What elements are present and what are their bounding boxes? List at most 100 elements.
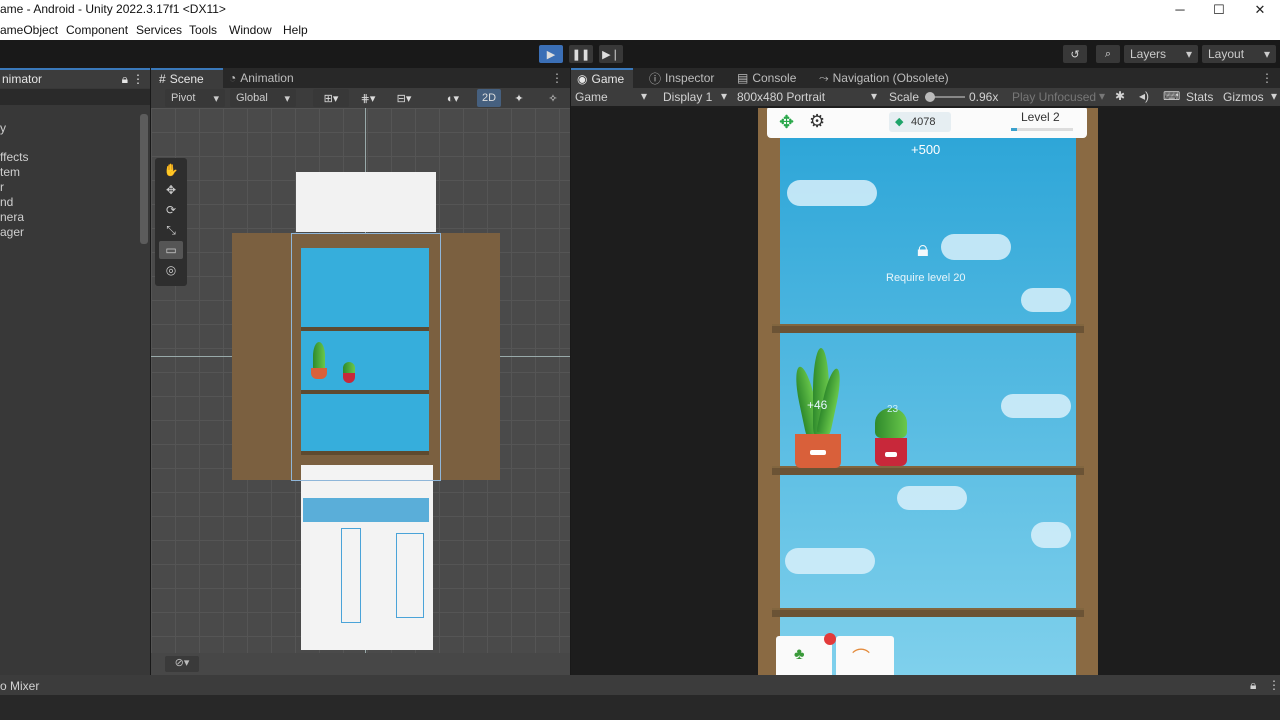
- scene-panel: # Scene ◔ Animation ⋮ Pivot ▾ Global ▾ ⊞▾ ⋕▾…: [151, 68, 570, 675]
- list-item[interactable]: y: [0, 121, 6, 135]
- increment-icon[interactable]: ⊟▾: [389, 89, 419, 107]
- move-tool-icon[interactable]: ✥: [159, 181, 183, 199]
- tab-console[interactable]: ▤ Console: [737, 68, 796, 88]
- level-progress: [1011, 128, 1073, 131]
- chevron-down-icon: ▾: [284, 92, 290, 105]
- hierarchy-scrollbar[interactable]: [140, 114, 148, 244]
- selection-rect[interactable]: [291, 233, 441, 481]
- bottom-panel: o Mixer 🔒︎ ⋮: [0, 675, 1280, 720]
- chevron-down-icon: ▾: [1185, 47, 1192, 61]
- tab-animator[interactable]: nimator 🔒︎ ⋮: [0, 68, 150, 88]
- shop-tab-plants[interactable]: ♣: [776, 636, 832, 675]
- history-icon[interactable]: ↺: [1063, 45, 1087, 63]
- transform-tool-icon[interactable]: ◎: [159, 261, 183, 279]
- resolution-dropdown[interactable]: 800x480 Portrait: [737, 90, 825, 104]
- maximize-icon[interactable]: ☐: [1199, 0, 1239, 19]
- menu-tools[interactable]: Tools: [189, 23, 217, 37]
- shading-icon[interactable]: ◐▾: [438, 89, 468, 107]
- more-icon[interactable]: ⋮: [551, 68, 563, 88]
- gear-icon[interactable]: ⚙: [809, 111, 825, 132]
- tab-inspector-label: Inspector: [665, 71, 715, 85]
- scene-tab-row: # Scene ◔ Animation ⋮: [151, 68, 570, 88]
- lock-icon[interactable]: 🔒︎: [122, 72, 128, 87]
- menu-gameobject[interactable]: ameObject: [0, 23, 58, 37]
- bug-icon[interactable]: ✱: [1115, 89, 1125, 103]
- rotate-tool-icon[interactable]: ⟳: [159, 201, 183, 219]
- list-item[interactable]: ager: [0, 225, 24, 239]
- list-item[interactable]: nera: [0, 210, 24, 224]
- lock-icon: 🔒︎: [917, 236, 929, 261]
- mute-icon[interactable]: ◂): [1139, 89, 1149, 103]
- rainbow-icon: ⌒: [852, 648, 870, 668]
- list-item[interactable]: tem: [0, 165, 20, 179]
- tab-inspector[interactable]: ⓘ Inspector: [649, 68, 714, 88]
- step-icon[interactable]: ▶❘: [599, 45, 623, 63]
- tab-animation[interactable]: ◔ Animation: [229, 68, 319, 88]
- minimize-icon[interactable]: ─: [1160, 0, 1200, 19]
- more-icon[interactable]: ⋮: [1268, 678, 1280, 692]
- more-icon[interactable]: ⋮: [132, 72, 144, 86]
- text-bound-box: [341, 528, 361, 623]
- light-icon[interactable]: ✦: [509, 89, 529, 107]
- stats-button[interactable]: Stats: [1186, 90, 1213, 104]
- scene-header-sprite: [296, 172, 436, 232]
- plant-icon[interactable]: [869, 408, 913, 468]
- move-icon[interactable]: ✥: [779, 112, 794, 133]
- menu-window[interactable]: Window: [229, 23, 272, 37]
- mode-2d-button[interactable]: 2D: [477, 89, 501, 107]
- menu-component[interactable]: Component: [66, 23, 128, 37]
- scale-slider[interactable]: [925, 92, 965, 102]
- more-icon[interactable]: ⋮: [1261, 68, 1273, 88]
- tab-game[interactable]: ◉ Game: [571, 68, 633, 88]
- shop-tab-decor[interactable]: ⌒: [836, 636, 894, 675]
- list-item[interactable]: nd: [0, 195, 13, 209]
- pause-icon[interactable]: ❚❚: [569, 45, 593, 63]
- snap-icon[interactable]: ⊞▾: [313, 89, 349, 107]
- hand-tool-icon[interactable]: ✋: [159, 161, 183, 179]
- cloud-image: [1021, 288, 1071, 312]
- pivot-dropdown[interactable]: Pivot ▾: [165, 89, 225, 107]
- game-mode-dropdown[interactable]: Game: [575, 90, 608, 104]
- shelf: [772, 324, 1084, 333]
- bonus-label: +500: [911, 142, 941, 157]
- tab-game-label: Game: [591, 72, 625, 86]
- tab-audio-mixer[interactable]: o Mixer: [0, 679, 39, 693]
- display-dropdown[interactable]: Display 1: [663, 90, 712, 104]
- play-icon[interactable]: ▶: [539, 45, 563, 63]
- scale-tool-icon[interactable]: ⤡: [159, 221, 183, 239]
- scene-tool-palette: ✋ ✥ ⟳ ⤡ ▭ ◎: [155, 158, 187, 286]
- info-icon: ⓘ: [649, 71, 662, 86]
- menu-help[interactable]: Help: [283, 23, 308, 37]
- tab-scene-label: Scene: [169, 72, 204, 86]
- shop-row-sprite: [303, 498, 429, 522]
- chevron-down-icon: ▾: [641, 89, 648, 103]
- close-icon[interactable]: ✕: [1240, 0, 1280, 19]
- play-focus-dropdown[interactable]: Play Unfocused: [1012, 90, 1096, 104]
- global-dropdown[interactable]: Global ▾: [230, 89, 296, 107]
- audio-icon[interactable]: ✧: [543, 89, 563, 107]
- cloud-image: [785, 548, 875, 574]
- gamepad-icon: ◉: [577, 72, 588, 86]
- game-viewport[interactable]: ✥ ⚙ ◆ 4078 Level 2 +500 🔒︎ Require level…: [571, 108, 1280, 675]
- rect-tool-icon[interactable]: ▭: [159, 241, 183, 259]
- layers-dropdown[interactable]: Layers ▾: [1124, 45, 1198, 63]
- gizmos-button[interactable]: Gizmos: [1223, 90, 1264, 104]
- layout-dropdown[interactable]: Layout ▾: [1202, 45, 1276, 63]
- keyboard-icon[interactable]: ⌨: [1163, 89, 1180, 103]
- scene-viewport[interactable]: ✋ ✥ ⟳ ⤡ ▭ ◎: [151, 108, 570, 653]
- lock-icon[interactable]: 🔒︎: [1250, 678, 1256, 693]
- lock-requirement-text: Require level 20: [886, 272, 966, 284]
- scene-camera-icon[interactable]: ⊘▾: [165, 656, 199, 672]
- hierarchy-search[interactable]: [0, 89, 150, 105]
- gem-count: 4078: [911, 116, 936, 128]
- window-title: ame - Android - Unity 2022.3.17f1 <DX11>: [0, 2, 226, 16]
- tab-scene[interactable]: # Scene: [151, 68, 223, 88]
- list-item[interactable]: r: [0, 180, 4, 194]
- list-item[interactable]: ffects: [0, 150, 28, 164]
- grid-toggle-icon[interactable]: ⋕▾: [353, 89, 383, 107]
- search-icon[interactable]: ⌕: [1096, 45, 1120, 63]
- tab-navigation[interactable]: ⤳ Navigation (Obsolete): [819, 68, 949, 88]
- menu-services[interactable]: Services: [136, 23, 182, 37]
- cloud-image: [897, 486, 967, 510]
- console-icon: ▤: [737, 71, 749, 85]
